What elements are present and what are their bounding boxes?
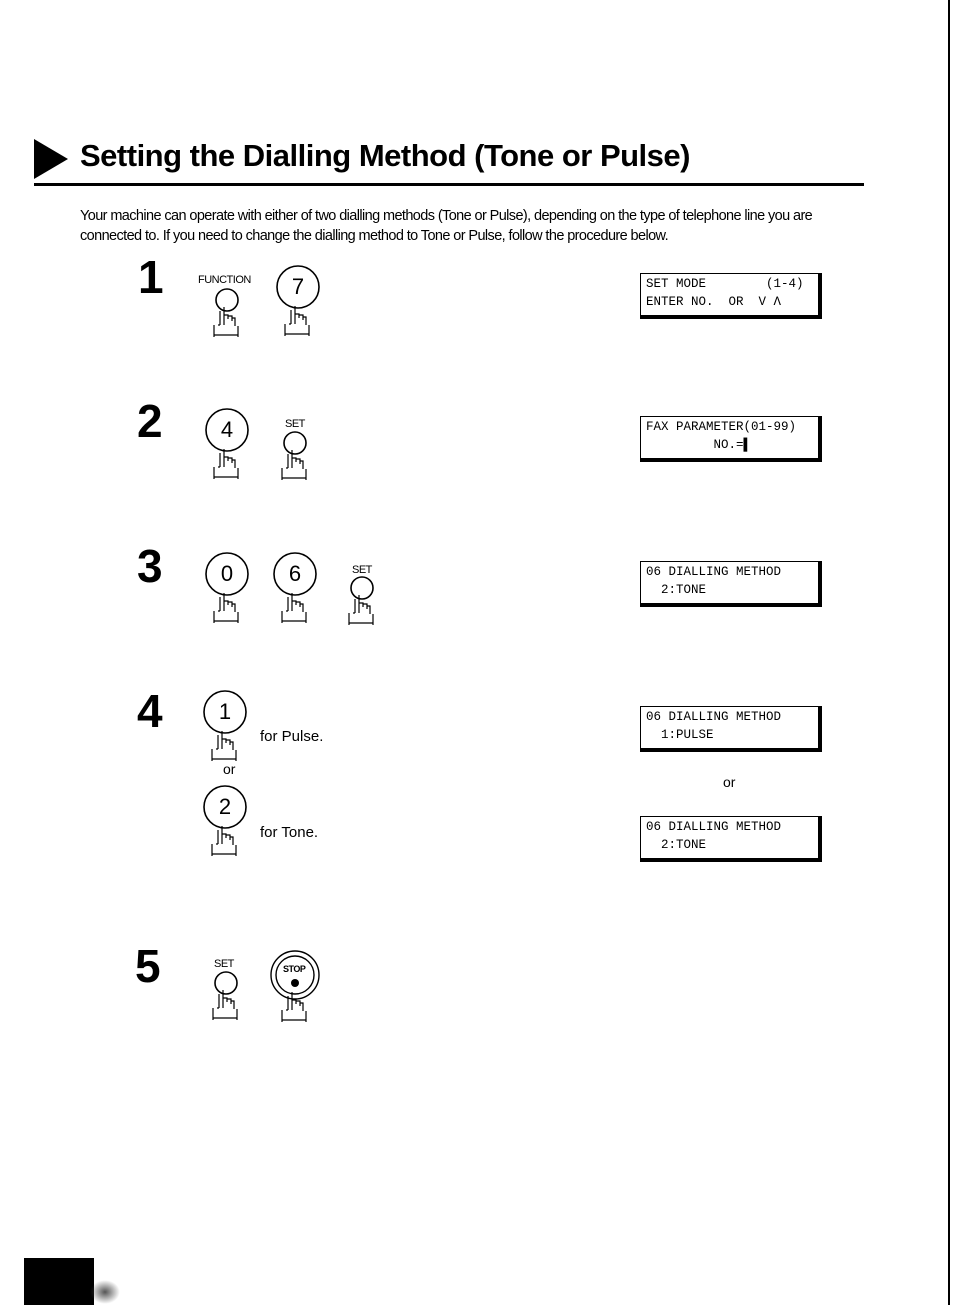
manual-page: Setting the Dialling Method (Tone or Pul… (0, 0, 954, 1305)
key-2[interactable]: 2 (200, 785, 250, 858)
stop-key-icon (270, 950, 320, 1022)
lcd-line: 2:TONE (646, 583, 707, 597)
key-1[interactable]: 1 (200, 690, 250, 763)
key-hand-icon (281, 431, 307, 480)
step-3-number: 3 (137, 540, 163, 592)
lcd-line: 2:TONE (646, 838, 707, 852)
key-label: 2 (218, 794, 232, 819)
lcd-line: 06 DIALLING METHOD (646, 820, 782, 834)
lcd-display-step-4-tone: 06 DIALLING METHOD 2:TONE (640, 816, 822, 862)
step-4-number: 4 (137, 685, 163, 737)
lcd-line: 06 DIALLING METHOD (646, 710, 782, 724)
step-2-number: 2 (137, 395, 163, 447)
key-hand-icon (213, 288, 239, 337)
page-number-block (24, 1258, 94, 1305)
lcd-display-step-2: FAX PARAMETER(01-99) NO.=▌ (640, 416, 822, 462)
key-label: 1 (218, 699, 232, 724)
page-edge (948, 0, 950, 1305)
set-key-label: SET (285, 418, 305, 430)
key-0[interactable]: 0 (202, 552, 252, 625)
stop-key[interactable]: STOP (270, 950, 320, 1024)
key-4[interactable]: 4 (202, 408, 252, 481)
stop-key-label: STOP (283, 964, 306, 974)
intro-paragraph: Your machine can operate with either of … (80, 208, 813, 244)
set-key-label: SET (352, 564, 372, 576)
lcd-line: NO.=▌ (646, 438, 752, 452)
key-label: 7 (291, 274, 305, 299)
lcd-display-step-4-pulse: 06 DIALLING METHOD 1:PULSE (640, 706, 822, 752)
display-or-text: or (723, 774, 736, 790)
key-7[interactable]: 7 (273, 265, 323, 338)
set-key[interactable] (201, 971, 251, 1044)
lcd-line: SET MODE (1-4) (646, 277, 804, 291)
lcd-line: FAX PARAMETER(01-99) (646, 420, 797, 434)
key-6[interactable]: 6 (270, 552, 320, 625)
key-hand-icon (348, 576, 374, 625)
key-label: 4 (220, 417, 234, 442)
section-arrow-icon (34, 139, 68, 179)
title-rule (34, 183, 864, 186)
for-tone-text: for Tone. (260, 824, 319, 841)
function-key[interactable] (202, 288, 252, 361)
page-title: Setting the Dialling Method (Tone or Pul… (80, 138, 690, 173)
lcd-display-step-3: 06 DIALLING METHOD 2:TONE (640, 561, 822, 607)
for-pulse-text: for Pulse. (260, 728, 324, 745)
key-label: 0 (220, 561, 234, 586)
step-5-number: 5 (135, 940, 161, 992)
scan-smudge (90, 1280, 120, 1304)
lcd-line: ENTER NO. OR V Λ (646, 295, 782, 309)
function-key-label: FUNCTION (198, 274, 251, 286)
set-key[interactable] (270, 431, 320, 504)
set-key[interactable] (337, 576, 387, 649)
lcd-display-step-1: SET MODE (1-4) ENTER NO. OR V Λ (640, 273, 822, 319)
set-key-label: SET (214, 958, 234, 970)
lcd-line: 1:PULSE (646, 728, 714, 742)
key-label: 6 (288, 561, 302, 586)
key-hand-icon (212, 971, 238, 1020)
lcd-line: 06 DIALLING METHOD (646, 565, 782, 579)
or-text: or (223, 761, 236, 777)
step-1-number: 1 (138, 251, 164, 303)
